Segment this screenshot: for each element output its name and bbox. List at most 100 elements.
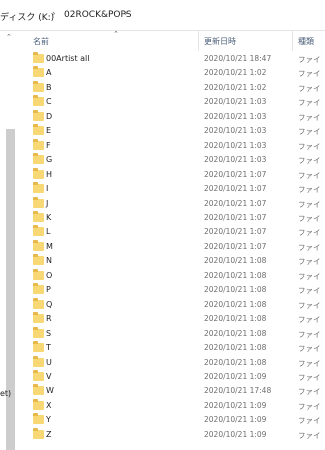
column-header: 名前 ⌃ 更新日時 種類 (20, 30, 325, 51)
column-divider[interactable] (198, 31, 199, 51)
file-type: ファイ (298, 127, 321, 137)
file-row[interactable]: P 2020/10/21 1:08 ファイ (20, 283, 325, 297)
breadcrumb-current-folder[interactable]: 02ROCK&POPS (64, 10, 132, 20)
file-modified: 2020/10/21 1:09 (204, 429, 267, 439)
folder-icon (33, 312, 44, 324)
folder-icon (33, 384, 44, 396)
file-name: J (46, 198, 49, 208)
file-list: 00Artist all 2020/10/21 18:47 ファイ A 2020/10/… (20, 52, 325, 442)
folder-icon (33, 283, 44, 295)
file-name: X (46, 400, 52, 410)
file-row[interactable]: S 2020/10/21 1:08 ファイ (20, 326, 325, 341)
folder-icon (33, 52, 44, 63)
address-bar[interactable]: ディスク (K:) › 02ROCK&POPS › (0, 0, 325, 31)
column-header-modified[interactable]: 更新日時 (204, 36, 236, 47)
file-row[interactable]: G 2020/10/21 1:03 ファイ (20, 153, 325, 167)
file-row[interactable]: M 2020/10/21 1:07 ファイ (20, 239, 325, 254)
file-row[interactable]: H 2020/10/21 1:07 ファイ (20, 167, 325, 182)
file-type: ファイ (298, 185, 321, 195)
file-row[interactable]: A 2020/10/21 1:02 ファイ (20, 66, 325, 80)
file-modified: 2020/10/21 1:09 (204, 371, 267, 381)
file-modified: 2020/10/21 1:03 (204, 111, 267, 121)
file-row[interactable]: W 2020/10/21 17:48 ファイ (20, 384, 325, 398)
file-modified: 2020/10/21 1:07 (204, 227, 267, 237)
file-name: L (46, 227, 51, 237)
file-name: M (46, 241, 53, 251)
file-row[interactable]: O 2020/10/21 1:08 ファイ (20, 268, 325, 283)
file-row[interactable]: Y 2020/10/21 1:09 ファイ (20, 413, 325, 427)
file-type: ファイ (298, 300, 321, 310)
file-type: ファイ (298, 257, 321, 267)
file-type: ファイ (298, 401, 321, 411)
navigation-item-label[interactable]: et) (0, 389, 11, 398)
file-row[interactable]: J 2020/10/21 1:07 ファイ (20, 196, 325, 211)
file-modified: 2020/10/21 1:08 (204, 314, 267, 324)
navigation-scrollbar-thumb[interactable] (6, 129, 15, 450)
column-divider[interactable] (292, 31, 293, 51)
file-modified: 2020/10/21 1:03 (204, 155, 267, 165)
file-type: ファイ (298, 156, 321, 166)
file-row[interactable]: U 2020/10/21 1:08 ファイ (20, 355, 325, 370)
file-modified: 2020/10/21 1:03 (204, 97, 267, 107)
file-name: U (46, 357, 52, 367)
file-row[interactable]: V 2020/10/21 1:09 ファイ (20, 369, 325, 384)
file-name: E (46, 126, 52, 136)
file-row[interactable]: B 2020/10/21 1:02 ファイ (20, 80, 325, 95)
folder-icon (33, 427, 44, 439)
file-type: ファイ (298, 271, 321, 281)
folder-icon (33, 326, 44, 338)
file-modified: 2020/10/21 1:09 (204, 400, 267, 410)
file-name: Y (46, 415, 51, 425)
file-type: ファイ (298, 83, 321, 93)
folder-icon (33, 138, 44, 150)
scroll-up-icon[interactable]: ⌃ (6, 33, 12, 41)
folder-icon (33, 210, 44, 222)
navigation-pane: ⌃ et) (0, 31, 20, 450)
file-row[interactable]: F 2020/10/21 1:03 ファイ (20, 138, 325, 153)
file-row[interactable]: Q 2020/10/21 1:08 ファイ (20, 297, 325, 312)
file-type: ファイ (298, 170, 321, 180)
file-name: N (46, 256, 52, 266)
breadcrumb-drive[interactable]: ディスク (K:) (0, 10, 54, 23)
column-header-type[interactable]: 種類 (298, 36, 314, 47)
chevron-right-icon[interactable]: › (124, 9, 128, 19)
file-type: ファイ (298, 213, 321, 223)
file-row[interactable]: T 2020/10/21 1:08 ファイ (20, 341, 325, 355)
folder-icon (33, 254, 44, 266)
file-row[interactable]: N 2020/10/21 1:08 ファイ (20, 254, 325, 268)
folder-icon (33, 413, 44, 425)
folder-icon (33, 66, 44, 78)
folder-icon (33, 182, 44, 194)
file-modified: 2020/10/21 1:03 (204, 140, 267, 150)
file-row[interactable]: L 2020/10/21 1:07 ファイ (20, 225, 325, 239)
file-row[interactable]: 00Artist all 2020/10/21 18:47 ファイ (20, 52, 325, 66)
file-row[interactable]: R 2020/10/21 1:08 ファイ (20, 312, 325, 326)
file-modified: 2020/10/21 1:09 (204, 415, 267, 425)
file-modified: 2020/10/21 17:48 (204, 386, 272, 396)
folder-icon (33, 80, 44, 92)
file-modified: 2020/10/21 1:08 (204, 270, 267, 280)
file-row[interactable]: E 2020/10/21 1:03 ファイ (20, 124, 325, 138)
file-row[interactable]: X 2020/10/21 1:09 ファイ (20, 398, 325, 413)
file-row[interactable]: I 2020/10/21 1:07 ファイ (20, 182, 325, 196)
file-name: V (46, 371, 52, 381)
file-type: ファイ (298, 242, 321, 252)
column-header-name[interactable]: 名前 (33, 36, 49, 47)
file-modified: 2020/10/21 1:08 (204, 256, 267, 266)
file-name: O (46, 270, 53, 280)
folder-icon (33, 167, 44, 179)
folder-icon (33, 268, 44, 280)
folder-icon (33, 225, 44, 237)
chevron-right-icon[interactable]: › (52, 9, 56, 19)
file-modified: 2020/10/21 1:02 (204, 82, 267, 92)
file-name: K (46, 212, 52, 222)
file-modified: 2020/10/21 18:47 (204, 54, 272, 63)
file-name: C (46, 97, 52, 107)
file-type: ファイ (298, 286, 321, 296)
file-row[interactable]: K 2020/10/21 1:07 ファイ (20, 210, 325, 225)
file-row[interactable]: C 2020/10/21 1:03 ファイ (20, 95, 325, 109)
folder-icon (33, 355, 44, 367)
file-row[interactable]: Z 2020/10/21 1:09 ファイ (20, 427, 325, 442)
file-type: ファイ (298, 69, 321, 79)
file-row[interactable]: D 2020/10/21 1:03 ファイ (20, 109, 325, 124)
